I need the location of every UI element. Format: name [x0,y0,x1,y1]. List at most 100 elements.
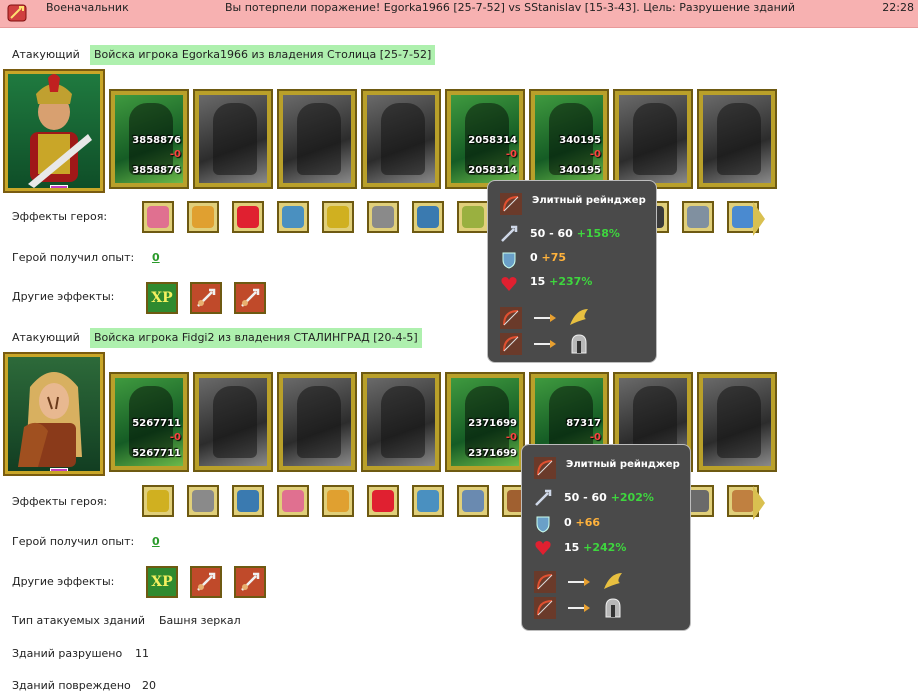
troop-count-bottom: 2058314 [468,165,517,176]
troop-slot[interactable]: 2058314 -0 2058314 [445,89,525,189]
troop-count-mid: -0 [505,149,517,160]
tooltip-attack: 50 - 60 +202% [564,491,654,504]
troop-count-mid: -0 [169,432,181,443]
tooltip-defense: 0 +66 [564,516,601,529]
troop-count-bottom: 5267711 [132,448,181,459]
army-role-label: Атакующий [12,331,80,344]
troop-count-mid: -0 [505,432,517,443]
bow-icon [500,193,522,215]
tooltip-health: 15 +242% [564,541,627,554]
troop-slot[interactable] [361,89,441,189]
troop-slot[interactable] [697,372,777,472]
troop-unit-icon [381,386,425,458]
troop-slot[interactable]: 5267711 -0 5267711 [109,372,189,472]
troop-count-top: 340195 [559,135,601,146]
troop-slot[interactable]: 3858876 -0 3858876 [109,89,189,189]
sword-arrow-icon [568,578,590,586]
xp-bonus-icon[interactable]: XP [146,282,178,314]
hero-effects-label: Эффекты героя: [12,210,108,223]
treasure-chest-icon[interactable] [322,485,354,517]
hero-xp-value[interactable]: 0 [152,535,160,548]
gift-box-icon[interactable] [277,485,309,517]
shield-icon [502,252,516,269]
unit-tooltip: Элитный рейнджер 50 - 60 +202% 0 +66 15 … [521,444,691,631]
hero-xp-value[interactable]: 0 [152,251,160,264]
hero-xp-label: Герой получил опыт: [12,535,135,548]
heart-icon [501,277,517,291]
hero-portrait[interactable] [3,352,105,476]
bow-icon [500,333,522,355]
troop-slot[interactable] [193,89,273,189]
hero-gem [50,185,68,188]
troop-count-bottom: 340195 [559,165,601,176]
troop-slot[interactable]: 340195 -0 340195 [529,89,609,189]
player-rank: Военачальник [46,1,129,14]
unit-tooltip: Элитный рейнджер 50 - 60 +158% 0 +75 15 … [487,180,657,363]
sword-icon [535,489,552,506]
female-hero-icon [18,372,82,467]
troop-slot[interactable] [277,372,357,472]
destroyed-value: 11 [135,647,149,660]
heart-icon[interactable] [367,485,399,517]
top-bar: Военачальник Вы потерпели поражение! Ego… [0,0,918,28]
xp-bonus-icon[interactable]: XP [146,566,178,598]
gem-icon[interactable] [322,201,354,233]
other-effects-label: Другие эффекты: [12,575,115,588]
troop-slot[interactable] [361,372,441,472]
troop-count-mid: -0 [169,149,181,160]
sword-fist-icon[interactable] [190,282,222,314]
troop-slot[interactable] [697,89,777,189]
armor-icon[interactable] [367,201,399,233]
shield-icon[interactable] [277,201,309,233]
troop-unit-icon [717,386,761,458]
troop-slot[interactable] [277,89,357,189]
troop-slot[interactable] [613,89,693,189]
bow-icon [534,597,556,619]
sword-shield-icon[interactable] [6,3,28,23]
troop-unit-icon [717,103,761,175]
gift-box-icon[interactable] [142,201,174,233]
crown-icon[interactable] [457,201,489,233]
troop-slot[interactable]: 2371699 -0 2371699 [445,372,525,472]
tooltip-health: 15 +237% [530,275,593,288]
warrior-hero-icon [28,74,92,188]
troop-count-top: 5267711 [132,418,181,429]
heart-icon[interactable] [232,201,264,233]
sword-arrow-icon [534,340,556,348]
armor-icon[interactable] [187,485,219,517]
shield-icon[interactable] [412,485,444,517]
treasure-chest-icon[interactable] [187,201,219,233]
troop-count-mid: -0 [589,432,601,443]
gem-icon[interactable] [142,485,174,517]
damaged-label: Зданий повреждено [12,679,131,692]
battle-result-message: Вы потерпели поражение! Egorka1966 [25-7… [225,1,796,14]
wings-icon [570,309,588,325]
troop-unit-icon [381,103,425,175]
troop-unit-icon [297,103,341,175]
troop-unit-icon [213,103,257,175]
troop-count-top: 2371699 [468,418,517,429]
effects-scroll-right-icon[interactable] [753,486,765,520]
troop-unit-icon [297,386,341,458]
sword-fist-icon[interactable] [190,566,222,598]
helmet-icon [571,334,587,354]
helmet-icon[interactable] [457,485,489,517]
potion-icon[interactable] [232,485,264,517]
sword-fist-icon-2[interactable] [234,566,266,598]
bow-icon [500,307,522,329]
bow-icon [534,457,556,479]
sword-fist-icon-2[interactable] [234,282,266,314]
hero-portrait[interactable] [3,69,105,193]
shield-icon [536,516,550,533]
army-role-label: Атакующий [12,48,80,61]
sword-arrow-icon [568,604,590,612]
troop-count-top: 87317 [566,418,601,429]
ring-icon[interactable] [682,201,714,233]
troop-slot[interactable] [193,372,273,472]
sword-icon [501,225,518,242]
tooltip-attack: 50 - 60 +158% [530,227,620,240]
clock: 22:28 [882,1,914,14]
potion-icon[interactable] [412,201,444,233]
effects-scroll-right-icon[interactable] [753,202,765,236]
troop-count-top: 2058314 [468,135,517,146]
